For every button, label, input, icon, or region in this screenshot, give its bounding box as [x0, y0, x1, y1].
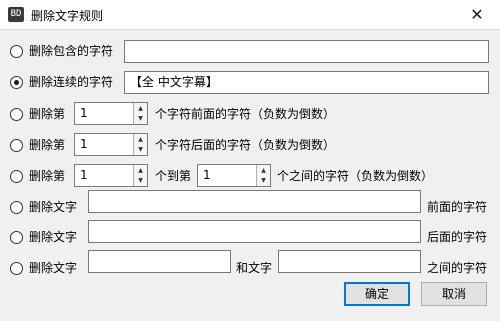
- label-between-text-mid: 和文字: [236, 261, 273, 275]
- window-title: 删除文字规则: [31, 9, 104, 23]
- spin-down-icon[interactable]: ▼: [256, 175, 270, 186]
- label-before-text-suffix: 前面的字符: [427, 200, 488, 214]
- radio-delete-contains[interactable]: [10, 45, 23, 58]
- contains-input[interactable]: [124, 40, 489, 63]
- close-button[interactable]: ✕: [462, 3, 492, 27]
- ok-button[interactable]: 确定: [344, 282, 410, 306]
- label-before-text-prefix: 删除文字: [29, 200, 78, 214]
- label-after-n-prefix: 删除第: [29, 138, 66, 152]
- label-between-text-prefix: 删除文字: [29, 261, 78, 275]
- after-n-value: 1: [80, 137, 88, 151]
- title-bar: BD 删除文字规则 ✕: [0, 0, 500, 30]
- label-after-text-prefix: 删除文字: [29, 230, 78, 244]
- between-text-input-2[interactable]: [278, 250, 421, 273]
- label-between-text-suffix: 之间的字符: [427, 261, 488, 275]
- label-after-text-suffix: 后面的字符: [427, 230, 488, 244]
- radio-delete-after-n[interactable]: [10, 139, 23, 152]
- radio-delete-after-text[interactable]: [10, 231, 23, 244]
- range-to-stepper[interactable]: 1 ▲ ▼: [197, 164, 271, 187]
- between-text-input-1[interactable]: [88, 250, 231, 273]
- before-n-value: 1: [80, 106, 88, 120]
- label-before-n-suffix: 个字符前面的字符（负数为倒数）: [155, 107, 336, 121]
- spin-down-icon[interactable]: ▼: [133, 175, 147, 186]
- radio-delete-consecutive[interactable]: [10, 76, 23, 89]
- label-delete-contains: 删除包含的字符: [29, 44, 114, 58]
- radio-delete-before-text[interactable]: [10, 201, 23, 214]
- range-from-stepper[interactable]: 1 ▲ ▼: [74, 164, 148, 187]
- label-range-mid: 个到第: [155, 169, 192, 183]
- label-after-n-suffix: 个字符后面的字符（负数为倒数）: [155, 138, 336, 152]
- label-range-suffix: 个之间的字符（负数为倒数）: [277, 169, 434, 183]
- before-text-input[interactable]: [88, 190, 421, 213]
- dialog-body: 删除包含的字符 删除连续的字符 【全 中文字幕】 删除第 1 ▲ ▼ 个字符前面…: [0, 30, 500, 321]
- consecutive-input[interactable]: 【全 中文字幕】: [124, 71, 489, 94]
- cancel-button[interactable]: 取消: [421, 282, 487, 306]
- after-text-input[interactable]: [88, 220, 421, 243]
- after-n-stepper[interactable]: 1 ▲ ▼: [74, 133, 148, 156]
- app-icon: BD: [8, 7, 24, 22]
- range-to-value: 1: [203, 168, 211, 182]
- radio-delete-range[interactable]: [10, 170, 23, 183]
- spin-down-icon[interactable]: ▼: [133, 113, 147, 124]
- spin-down-icon[interactable]: ▼: [133, 144, 147, 155]
- radio-delete-between-text[interactable]: [10, 262, 23, 275]
- label-delete-consecutive: 删除连续的字符: [29, 75, 114, 89]
- label-before-n-prefix: 删除第: [29, 107, 66, 121]
- radio-delete-before-n[interactable]: [10, 108, 23, 121]
- before-n-stepper[interactable]: 1 ▲ ▼: [74, 102, 148, 125]
- label-range-prefix: 删除第: [29, 169, 66, 183]
- range-from-value: 1: [80, 168, 88, 182]
